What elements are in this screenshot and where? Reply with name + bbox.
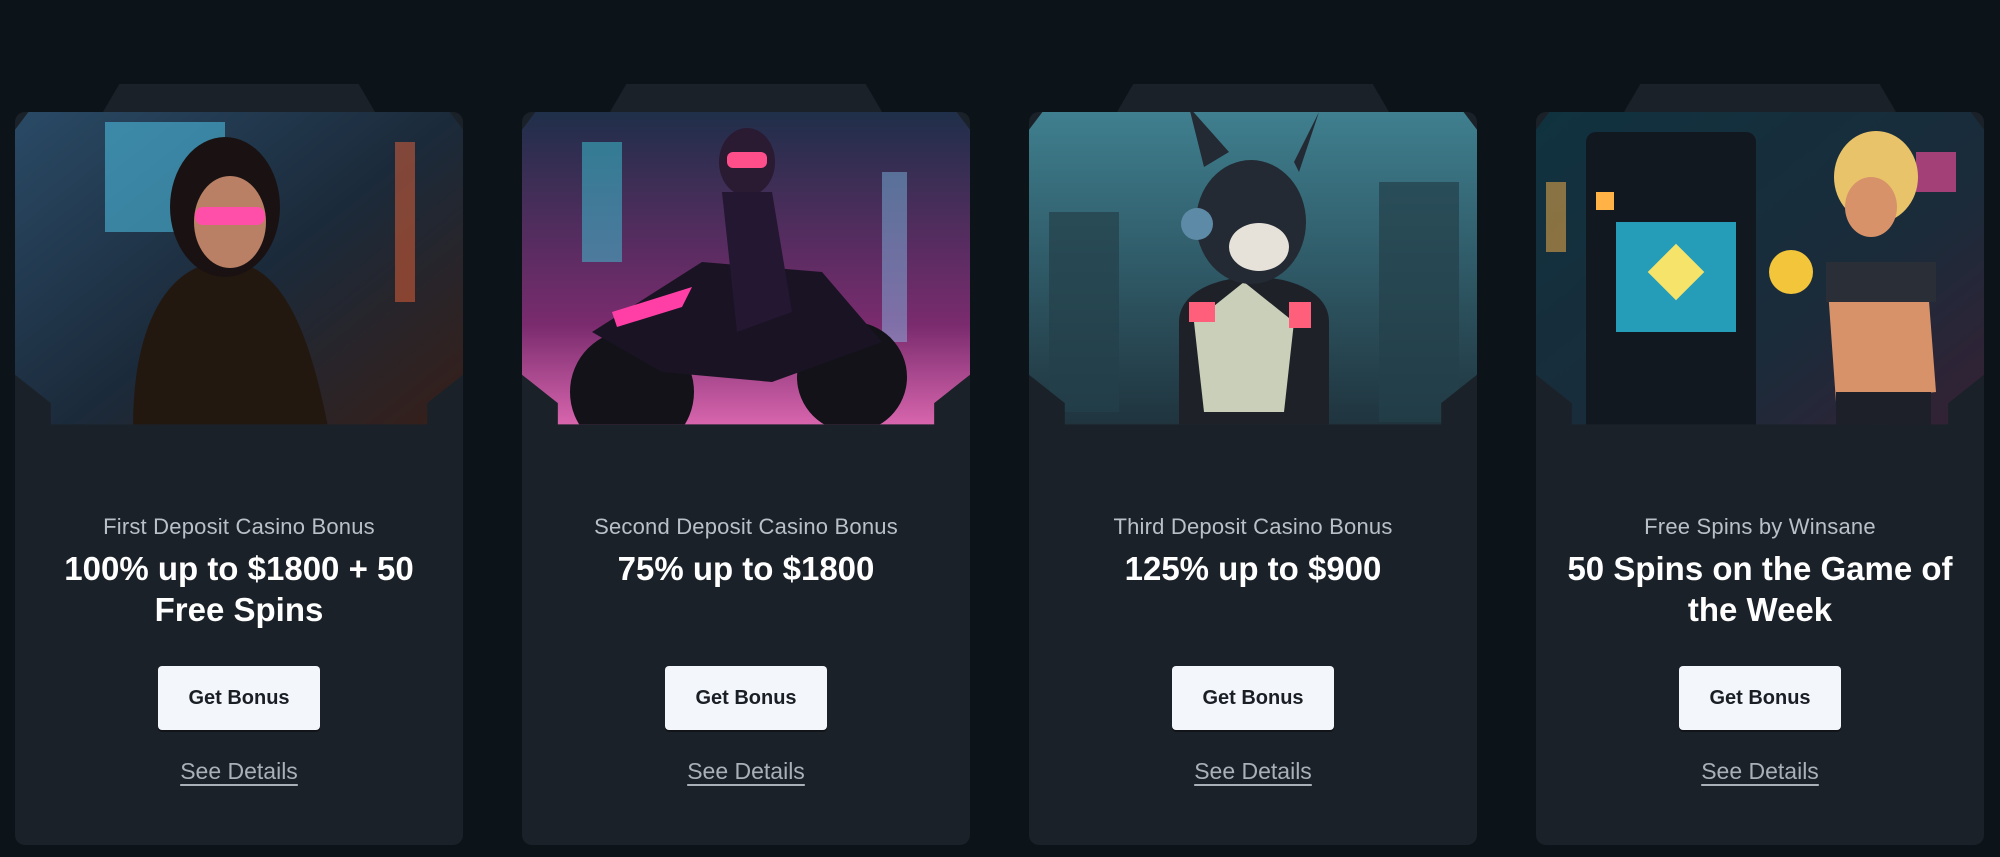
card-frame-notch: [610, 84, 882, 112]
bonus-eyebrow: Third Deposit Casino Bonus: [1113, 514, 1393, 539]
bonus-card-image: [15, 112, 463, 425]
bonus-headline: 100% up to $1800 + 50 Free Spins: [64, 550, 414, 628]
card-frame-notch: [1624, 84, 1896, 112]
bonus-headline: 50 Spins on the Game of the Week: [1567, 550, 1953, 628]
bonus-headline: 75% up to $1800: [617, 550, 875, 587]
see-details-link[interactable]: See Details: [15, 758, 463, 785]
bonus-cards-row: First Deposit Casino Bonus 100% up to $1…: [0, 0, 2000, 857]
get-bonus-button[interactable]: Get Bonus: [665, 666, 827, 730]
bonus-card-image: [1029, 112, 1477, 425]
bonus-card-image: [522, 112, 970, 425]
get-bonus-button[interactable]: Get Bonus: [1679, 666, 1841, 730]
bonus-headline: 125% up to $900: [1124, 550, 1382, 587]
bonus-card-image: [1536, 112, 1984, 425]
get-bonus-button[interactable]: Get Bonus: [1172, 666, 1334, 730]
see-details-link[interactable]: See Details: [522, 758, 970, 785]
card-frame-notch: [103, 84, 375, 112]
see-details-link[interactable]: See Details: [1029, 758, 1477, 785]
card-frame-notch: [1117, 84, 1389, 112]
bonus-card-second-deposit: Second Deposit Casino Bonus 75% up to $1…: [522, 84, 970, 845]
bonus-card-free-spins: Free Spins by Winsane 50 Spins on the Ga…: [1536, 84, 1984, 845]
bonus-eyebrow: First Deposit Casino Bonus: [103, 514, 375, 539]
see-details-link[interactable]: See Details: [1536, 758, 1984, 785]
bonus-card-first-deposit: First Deposit Casino Bonus 100% up to $1…: [15, 84, 463, 845]
bonus-eyebrow: Second Deposit Casino Bonus: [594, 514, 898, 539]
bonus-eyebrow: Free Spins by Winsane: [1644, 514, 1876, 539]
get-bonus-button[interactable]: Get Bonus: [158, 666, 320, 730]
bonus-card-third-deposit: Third Deposit Casino Bonus 125% up to $9…: [1029, 84, 1477, 845]
